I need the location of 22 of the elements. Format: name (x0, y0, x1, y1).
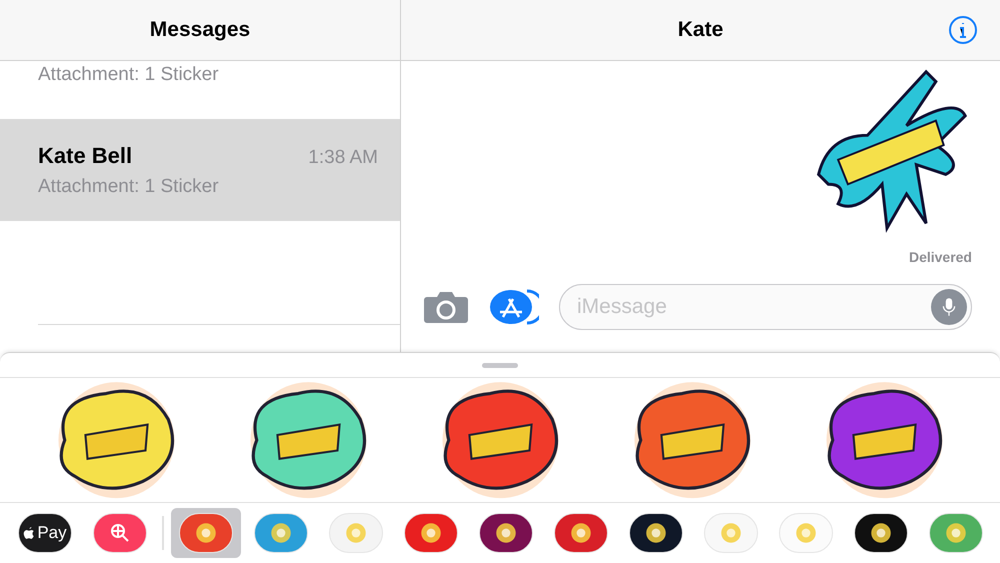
delivery-status: Delivered (908, 248, 972, 267)
app-store-icon[interactable] (489, 289, 539, 325)
camera-icon[interactable] (423, 289, 469, 325)
contact-name: Kate Bell (38, 142, 132, 170)
message-preview: Attachment: 1 Sticker (38, 63, 220, 87)
chat-title: Kate (678, 17, 724, 44)
search-app-icon[interactable] (93, 513, 147, 553)
microphone-button[interactable] (931, 289, 967, 325)
apple-pay-app-icon[interactable]: Pay (18, 513, 72, 553)
apple-icon (23, 526, 36, 540)
message-preview: Attachment: 1 Sticker (38, 174, 220, 198)
conversation-row[interactable]: Kate Bell 1:38 AM Attachment: 1 Sticker (0, 119, 400, 221)
info-icon[interactable] (948, 15, 978, 45)
sidebar-title: Messages (150, 17, 250, 44)
drawer-handle[interactable] (482, 362, 518, 368)
sticker-app-icon[interactable] (629, 513, 683, 553)
microphone-icon (941, 297, 957, 317)
sticker-app-icon[interactable] (854, 513, 908, 553)
pay-label: Pay (37, 522, 67, 544)
app-slot[interactable]: Pay (10, 508, 80, 558)
message-time: 1:38 AM (308, 146, 378, 170)
sticker-app-icon[interactable] (479, 513, 533, 553)
